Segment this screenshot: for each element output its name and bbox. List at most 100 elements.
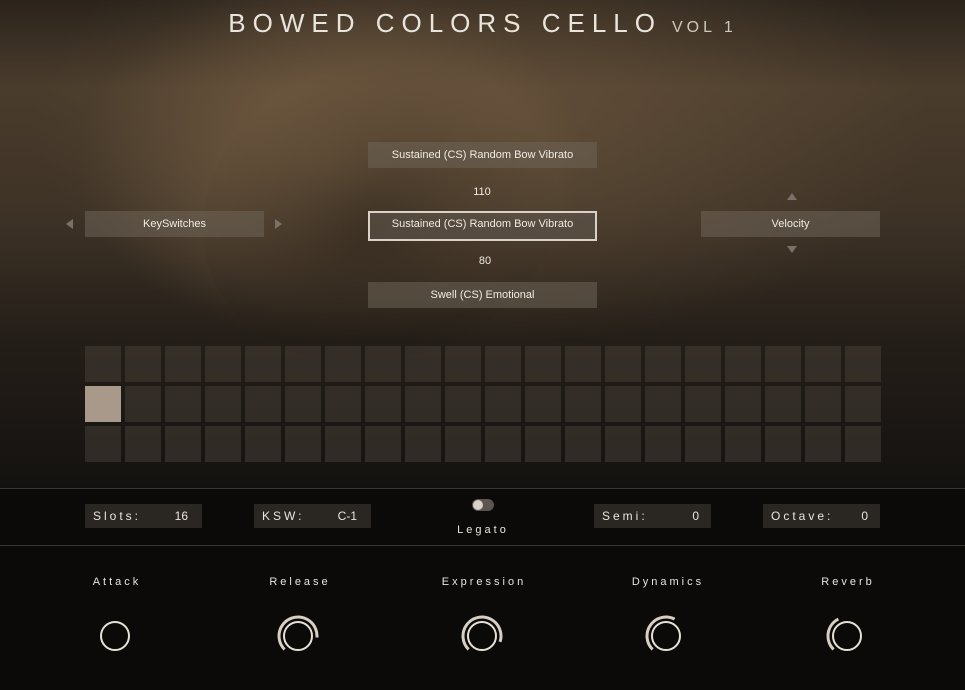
- slot-cell[interactable]: [605, 426, 641, 462]
- slot-cell[interactable]: [245, 426, 281, 462]
- slot-cell[interactable]: [325, 346, 361, 382]
- slot-cell[interactable]: [285, 386, 321, 422]
- slot-cell[interactable]: [805, 386, 841, 422]
- slot-cell[interactable]: [805, 346, 841, 382]
- keyswitch-next-arrow-icon[interactable]: [275, 219, 282, 229]
- ksw-value: C-1: [337, 509, 357, 523]
- slot-cell[interactable]: [685, 386, 721, 422]
- reverb-knob[interactable]: [825, 614, 869, 658]
- slot-cell[interactable]: [205, 346, 241, 382]
- release-knob[interactable]: [276, 614, 320, 658]
- slot-cell[interactable]: [485, 346, 521, 382]
- slot-cell[interactable]: [365, 426, 401, 462]
- slots-field[interactable]: Slots: 16: [85, 504, 202, 528]
- knob-body: [832, 621, 862, 651]
- slot-cell[interactable]: [845, 386, 881, 422]
- slot-cell[interactable]: [565, 426, 601, 462]
- octave-value: 0: [861, 509, 868, 523]
- title-sub: VOL 1: [671, 19, 737, 36]
- slot-cell[interactable]: [565, 346, 601, 382]
- product-title: BOWED COLORS CELLO VOL 1: [0, 8, 965, 39]
- slot-cell[interactable]: [445, 426, 481, 462]
- reverb-label: Reverb: [821, 576, 875, 588]
- slot-cell[interactable]: [765, 386, 801, 422]
- slot-cell[interactable]: [725, 426, 761, 462]
- slot-cell[interactable]: [245, 346, 281, 382]
- dynamics-knob[interactable]: [644, 614, 688, 658]
- knob-body: [283, 621, 313, 651]
- velocity-up-arrow-icon[interactable]: [787, 193, 797, 200]
- slot-cell[interactable]: [725, 346, 761, 382]
- prev-articulation-value: 110: [473, 186, 491, 198]
- slot-cell[interactable]: [845, 426, 881, 462]
- slot-cell[interactable]: [325, 426, 361, 462]
- slot-cell[interactable]: [685, 426, 721, 462]
- slot-cell[interactable]: [765, 346, 801, 382]
- slot-cell[interactable]: [765, 426, 801, 462]
- slot-cell[interactable]: [165, 346, 201, 382]
- slot-cell[interactable]: [805, 426, 841, 462]
- divider-bottom: [0, 545, 965, 546]
- slot-cell[interactable]: [445, 386, 481, 422]
- slot-cell[interactable]: [405, 346, 441, 382]
- slot-cell[interactable]: [285, 426, 321, 462]
- legato-toggle-knob: [473, 500, 483, 510]
- slot-cell[interactable]: [845, 346, 881, 382]
- legato-label: Legato: [457, 524, 509, 536]
- slot-cell[interactable]: [525, 426, 561, 462]
- slot-cell[interactable]: [485, 426, 521, 462]
- expression-knob[interactable]: [460, 614, 504, 658]
- articulation-next-button[interactable]: Swell (CS) Emotional: [368, 282, 597, 308]
- slot-cell[interactable]: [405, 426, 441, 462]
- slot-cell[interactable]: [365, 346, 401, 382]
- slot-cell[interactable]: [525, 386, 561, 422]
- slot-cell[interactable]: [605, 346, 641, 382]
- slot-cell[interactable]: [85, 386, 121, 422]
- next-articulation-value: 80: [478, 255, 492, 267]
- semi-value: 0: [692, 509, 699, 523]
- slot-cell[interactable]: [85, 426, 121, 462]
- slot-cell[interactable]: [325, 386, 361, 422]
- slot-cell[interactable]: [125, 346, 161, 382]
- slot-cell[interactable]: [285, 346, 321, 382]
- slot-cell[interactable]: [685, 346, 721, 382]
- octave-label: Octave:: [771, 509, 834, 523]
- release-label: Release: [269, 576, 331, 588]
- octave-field[interactable]: Octave: 0: [763, 504, 880, 528]
- keyswitch-prev-arrow-icon[interactable]: [66, 219, 73, 229]
- slot-cell[interactable]: [725, 386, 761, 422]
- semi-field[interactable]: Semi: 0: [594, 504, 711, 528]
- slot-cell[interactable]: [165, 426, 201, 462]
- slot-cell[interactable]: [645, 386, 681, 422]
- slot-cell[interactable]: [645, 346, 681, 382]
- articulation-prev-button[interactable]: Sustained (CS) Random Bow Vibrato: [368, 142, 597, 168]
- slot-cell[interactable]: [125, 426, 161, 462]
- slot-cell[interactable]: [205, 426, 241, 462]
- slots-label: Slots:: [93, 509, 142, 523]
- legato-toggle[interactable]: [472, 499, 494, 511]
- attack-label: Attack: [92, 576, 142, 588]
- slot-cell[interactable]: [205, 386, 241, 422]
- knob-body: [467, 621, 497, 651]
- slot-cell[interactable]: [245, 386, 281, 422]
- title-main: BOWED COLORS CELLO: [228, 8, 662, 38]
- keyswitches-selector[interactable]: KeySwitches: [85, 211, 264, 237]
- slot-cell[interactable]: [605, 386, 641, 422]
- slot-cell[interactable]: [405, 386, 441, 422]
- velocity-down-arrow-icon[interactable]: [787, 246, 797, 253]
- slot-cell[interactable]: [165, 386, 201, 422]
- divider-top: [0, 488, 965, 489]
- velocity-selector[interactable]: Velocity: [701, 211, 880, 237]
- articulation-selected[interactable]: Sustained (CS) Random Bow Vibrato: [368, 211, 597, 241]
- ksw-field[interactable]: KSW: C-1: [254, 504, 371, 528]
- slot-cell[interactable]: [125, 386, 161, 422]
- slot-cell[interactable]: [525, 346, 561, 382]
- slot-cell[interactable]: [365, 386, 401, 422]
- slot-cell[interactable]: [445, 346, 481, 382]
- expression-label: Expression: [441, 576, 527, 588]
- slot-cell[interactable]: [485, 386, 521, 422]
- slot-cell[interactable]: [565, 386, 601, 422]
- slot-cell[interactable]: [645, 426, 681, 462]
- attack-knob[interactable]: [93, 614, 137, 658]
- slot-cell[interactable]: [85, 346, 121, 382]
